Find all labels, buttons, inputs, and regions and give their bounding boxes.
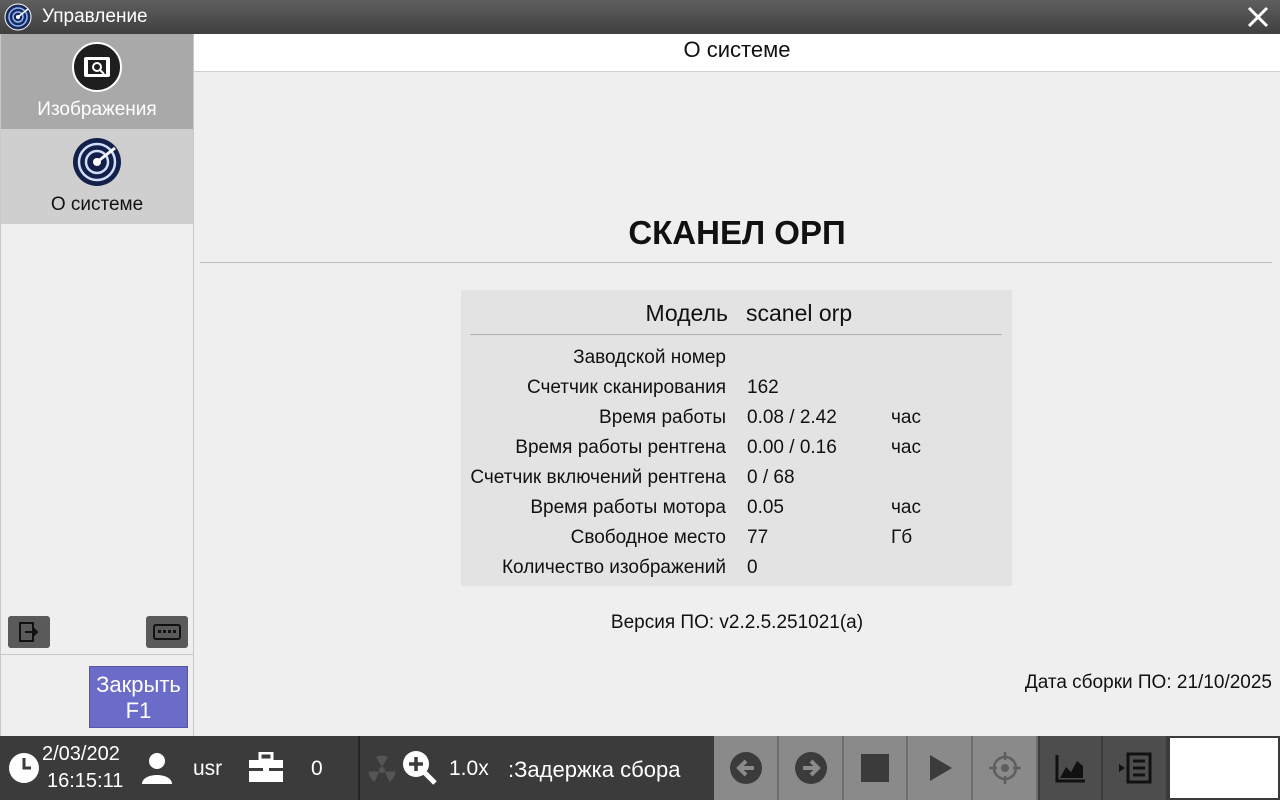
list-icon [1118, 752, 1151, 784]
stop-button[interactable] [844, 736, 908, 800]
build-date: Дата сборки ПО: 21/10/2025 [1024, 672, 1272, 693]
info-label: Счетчик сканирования [526, 377, 726, 398]
sidebar: Изображения О системе Закрыть F1 [0, 34, 195, 736]
info-row: Свободное место 77 Гб [461, 525, 1012, 555]
radiation-icon [368, 755, 396, 782]
info-unit: час [891, 407, 921, 428]
info-label: Время работы мотора [530, 497, 726, 518]
sidebar-item-label: О системе [50, 194, 144, 215]
zoom-level: 1.0x [449, 757, 489, 780]
briefcase-icon [249, 752, 283, 782]
info-divider [470, 334, 1002, 335]
info-row: Счетчик сканирования 162 [461, 375, 1012, 405]
info-row: Заводской номер [461, 345, 1012, 375]
page-title: О системе [194, 34, 1280, 72]
divider [200, 262, 1272, 263]
info-value: 162 [747, 377, 779, 398]
info-unit: час [891, 437, 921, 458]
title-bar: Управление [0, 0, 1280, 34]
chart-button[interactable] [1040, 736, 1103, 800]
info-label: Счетчик включений рентгена [470, 467, 726, 488]
keyboard-button[interactable] [146, 616, 188, 648]
play-button[interactable] [908, 736, 973, 800]
info-label: Свободное место [570, 527, 726, 548]
close-f1-button[interactable]: Закрыть F1 [89, 666, 188, 728]
sidebar-divider [1, 654, 195, 655]
info-row: Время работы 0.08 / 2.42 час [461, 405, 1012, 435]
radar-logo-icon [73, 138, 121, 186]
info-label: Количество изображений [501, 557, 726, 578]
info-value: 0.00 / 0.16 [747, 437, 837, 458]
info-value: 0 [747, 557, 758, 578]
model-label: Модель [645, 300, 728, 326]
info-value: 0.08 / 2.42 [747, 407, 837, 428]
chart-icon [1055, 755, 1085, 783]
status-time: 16:15:11 [47, 770, 124, 792]
sidebar-item-label: Изображения [37, 99, 157, 120]
info-label: Время работы [599, 407, 726, 428]
bottom-toolbar: 2/03/202 16:15:11 usr 0 1.0x :Задержка с… [0, 736, 1280, 800]
sidebar-item-images[interactable]: Изображения [1, 34, 193, 129]
model-row: Модель scanel orp [461, 296, 1012, 332]
info-unit: час [891, 497, 921, 518]
keyboard-icon [153, 624, 181, 640]
user-icon [142, 753, 172, 784]
close-button-label: Закрыть [96, 672, 181, 697]
system-info-box: Модель scanel orp Заводской номер Счетчи… [461, 290, 1012, 586]
preview-area [1170, 738, 1278, 798]
logout-icon [19, 622, 39, 642]
sidebar-item-about[interactable]: О системе [1, 129, 193, 224]
user-name: usr [193, 757, 223, 780]
camera-icon [72, 42, 122, 92]
software-version: Версия ПО: v2.2.5.251021(a) [610, 612, 864, 633]
close-button-shortcut: F1 [125, 698, 152, 723]
main-panel: О системе СКАНЕЛ ОРП Модель scanel orp З… [194, 34, 1280, 736]
case-count: 0 [311, 757, 323, 780]
status-message: :Задержка сбора [508, 757, 681, 782]
toolbar-divider [358, 736, 360, 800]
info-value: 77 [747, 527, 769, 548]
info-row: Время работы мотора 0.05 час [461, 495, 1012, 525]
play-icon [929, 755, 952, 781]
zoom-in-icon[interactable] [400, 748, 438, 786]
radar-logo-icon [4, 3, 32, 31]
info-row: Количество изображений 0 [461, 555, 1012, 585]
product-name: СКАНЕЛ ОРП [628, 214, 846, 251]
info-value: 0.05 [747, 497, 784, 518]
clock-icon [9, 753, 39, 783]
close-icon[interactable] [1244, 3, 1272, 31]
info-unit: Гб [891, 527, 913, 548]
info-row: Счетчик включений рентгена 0 / 68 [461, 465, 1012, 495]
target-button[interactable] [973, 736, 1038, 800]
info-row: Время работы рентгена 0.00 / 0.16 час [461, 435, 1012, 465]
prev-button[interactable] [714, 736, 779, 800]
info-value: 0 / 68 [747, 467, 795, 488]
stop-icon [861, 754, 889, 782]
arrow-right-icon [794, 752, 827, 784]
window-title: Управление [42, 6, 148, 27]
list-button[interactable] [1103, 736, 1168, 800]
info-label: Заводской номер [573, 347, 726, 368]
model-value: scanel orp [746, 300, 853, 326]
info-label: Время работы рентгена [515, 437, 726, 458]
info-rows: Заводской номер Счетчик сканирования 162… [461, 345, 1012, 585]
next-button[interactable] [779, 736, 844, 800]
logout-button[interactable] [8, 616, 50, 648]
arrow-left-icon [729, 752, 762, 784]
status-date: 2/03/202 [42, 743, 120, 765]
crosshair-icon [988, 752, 1021, 784]
